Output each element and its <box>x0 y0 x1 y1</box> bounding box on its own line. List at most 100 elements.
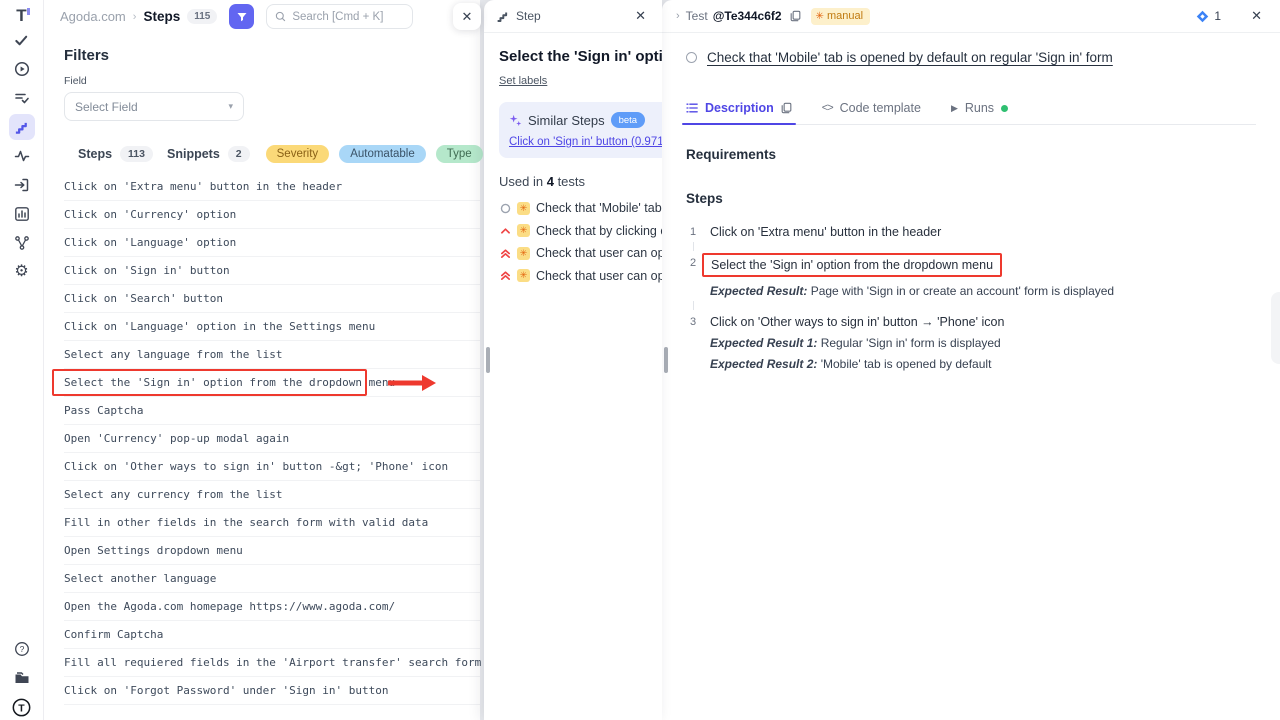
filter-badge-automatable[interactable]: Automatable <box>339 145 426 163</box>
step-title: Select the 'Sign in' option from the dro… <box>499 48 662 65</box>
step-list-row[interactable]: Click on 'Language' option <box>64 229 480 257</box>
snippets-tab[interactable]: Snippets <box>167 147 220 161</box>
pulse-icon[interactable] <box>9 143 35 169</box>
used-in-test-name: Check that user can op <box>536 246 662 260</box>
search-icon <box>275 11 286 22</box>
step-list-row-text: Fill in other fields in the search form … <box>64 516 428 529</box>
step-panel-close-button[interactable]: ✕ <box>631 6 650 26</box>
steps-count-badge: 113 <box>120 146 153 162</box>
tab-code-template[interactable]: <> Code template <box>822 92 921 124</box>
filter-badge-severity[interactable]: Severity <box>266 145 330 163</box>
step-list-row[interactable]: Confirm Captcha <box>64 621 480 649</box>
test-id: @Te344c6f2 <box>713 9 782 23</box>
step-list-row-text: Click on 'Other ways to sign in' button … <box>64 460 448 473</box>
step-list-row[interactable]: Click on 'Extra menu' button in the head… <box>64 173 480 201</box>
expected-result: Expected Result 2: 'Mobile' tab is opene… <box>710 357 1004 371</box>
breadcrumb-chevron: › <box>676 10 680 22</box>
svg-text:T: T <box>18 703 25 714</box>
priority-highest-icon <box>499 270 511 282</box>
left-icon-rail: T ⚙ ? T <box>0 0 44 720</box>
steps-panel-close-button[interactable]: ✕ <box>453 3 481 30</box>
test-panel-close-button[interactable]: ✕ <box>1247 6 1266 26</box>
step-detail-panel: Step ✕ Select the 'Sign in' option from … <box>484 0 662 720</box>
settings-gear-icon[interactable]: ⚙ <box>9 259 35 285</box>
step-list-row[interactable]: Select any language from the list <box>64 341 480 369</box>
used-in-test-row[interactable]: ✳Check that 'Mobile' tab is opened by de… <box>499 197 662 220</box>
tab-description[interactable]: Description <box>686 92 792 124</box>
runs-play-icon[interactable] <box>9 56 35 82</box>
used-in-test-row[interactable]: ✳Check that user can op <box>499 265 662 288</box>
version-indicator[interactable]: 1 <box>1196 9 1221 23</box>
field-select[interactable]: Select Field ▾ <box>64 92 244 121</box>
annotation-red-box: Select the 'Sign in' option from the dro… <box>702 253 1002 277</box>
projects-folder-icon[interactable] <box>9 665 35 691</box>
expected-result: Expected Result 1: Regular 'Sign in' for… <box>710 336 1004 350</box>
steps-tab[interactable]: Steps <box>78 147 112 161</box>
steps-list: Click on 'Extra menu' button in the head… <box>64 173 480 705</box>
breadcrumb-project[interactable]: Agoda.com <box>60 9 126 24</box>
tab-runs[interactable]: ▶ Runs <box>951 92 1008 124</box>
step-list-row[interactable]: Pass Captcha <box>64 397 480 425</box>
similar-step-link[interactable]: Click on 'Sign in' button (0.9715 <box>509 136 662 148</box>
import-icon[interactable] <box>9 172 35 198</box>
test-title-link[interactable]: Check that 'Mobile' tab is opened by def… <box>707 50 1113 65</box>
branches-icon[interactable] <box>9 230 35 256</box>
edge-scroll-handle[interactable] <box>1271 292 1280 364</box>
steps-list-panel: Agoda.com › Steps 115 ✕ Filters Field Se… <box>44 0 480 720</box>
help-icon[interactable]: ? <box>9 636 35 662</box>
step-list-row[interactable]: Open the Agoda.com homepage https://www.… <box>64 593 480 621</box>
step-list-row[interactable]: Click on 'Sign in' button <box>64 257 480 285</box>
copy-test-id-icon[interactable] <box>790 10 801 22</box>
step-panel-resize-handle[interactable] <box>486 347 490 373</box>
step-list-row-text: Click on 'Sign in' button <box>64 264 230 277</box>
svg-text:?: ? <box>19 644 24 654</box>
step-list-row[interactable]: Select the 'Sign in' option from the dro… <box>64 369 480 397</box>
test-panel-resize-handle[interactable] <box>664 347 668 373</box>
plans-list-check-icon[interactable] <box>9 85 35 111</box>
used-in-test-row[interactable]: ✳ Check that user can op <box>499 242 662 265</box>
logo-badge-icon[interactable]: T <box>9 694 35 720</box>
step-list-row[interactable]: Select another language <box>64 565 480 593</box>
breadcrumb-section[interactable]: Steps <box>143 9 180 24</box>
step-panel-header: Step ✕ <box>484 0 662 33</box>
step-list-row[interactable]: Click on 'Search' button <box>64 285 480 313</box>
set-labels-link[interactable]: Set labels <box>499 75 547 87</box>
step-list-row[interactable]: Click on 'Language' option in the Settin… <box>64 313 480 341</box>
runs-status-dot <box>1001 105 1008 112</box>
code-icon: <> <box>822 102 833 114</box>
search-box <box>266 4 413 29</box>
filter-badge-type[interactable]: Type <box>436 145 483 163</box>
caret-down-icon: ▾ <box>228 101 233 112</box>
priority-highest-icon <box>499 247 511 259</box>
step-list-row-text: Open Settings dropdown menu <box>64 544 243 557</box>
step-list-row[interactable]: Open 'Currency' pop-up modal again <box>64 425 480 453</box>
test-step-text: Select the 'Sign in' option from the dro… <box>710 254 1114 277</box>
app-logo-icon[interactable]: T <box>16 7 26 24</box>
test-step-number: 2 <box>686 254 700 298</box>
step-connector-line <box>693 301 694 310</box>
used-in-test-row[interactable]: ✳Check that by clicking o <box>499 220 662 243</box>
step-list-row-text: Select any language from the list <box>64 348 283 361</box>
requirements-heading: Requirements <box>686 147 1256 162</box>
reports-chart-icon[interactable] <box>9 201 35 227</box>
step-list-row[interactable]: Click on 'Forgot Password' under 'Sign i… <box>64 677 480 705</box>
filter-button[interactable] <box>229 4 254 29</box>
used-in-tests-list: ✳Check that 'Mobile' tab is opened by de… <box>499 197 662 287</box>
test-type-icon: ✳ <box>517 247 530 260</box>
step-list-row[interactable]: Click on 'Currency' option <box>64 201 480 229</box>
expected-result: Expected Result: Page with 'Sign in or c… <box>710 284 1114 298</box>
step-list-row[interactable]: Click on 'Other ways to sign in' button … <box>64 453 480 481</box>
steps-icon[interactable] <box>9 114 35 140</box>
step-list-row[interactable]: Fill all requiered fields in the 'Airpor… <box>64 649 480 677</box>
tests-icon[interactable] <box>9 27 35 53</box>
step-list-row[interactable]: Open Settings dropdown menu <box>64 537 480 565</box>
copy-description-icon[interactable] <box>781 102 792 114</box>
test-panel-header: › Test @Te344c6f2 ✳ manual 1 ✕ <box>662 0 1280 33</box>
used-in-test-name: Check that by clicking o <box>536 224 662 238</box>
search-input[interactable] <box>292 11 402 23</box>
play-icon: ▶ <box>951 103 958 114</box>
step-list-row[interactable]: Select any currency from the list <box>64 481 480 509</box>
manual-badge: ✳ manual <box>811 8 870 25</box>
step-list-row-text: Click on 'Forgot Password' under 'Sign i… <box>64 684 389 697</box>
step-list-row[interactable]: Fill in other fields in the search form … <box>64 509 480 537</box>
